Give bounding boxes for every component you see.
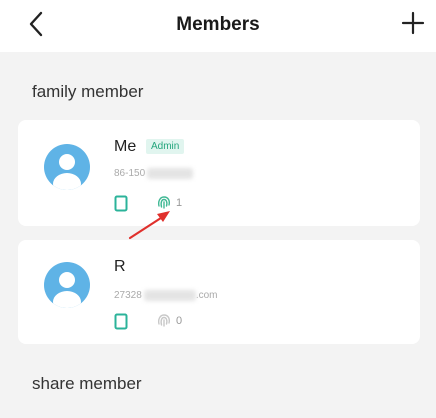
redacted-contact [147,168,194,179]
person-silhouette-icon [53,272,81,308]
member-name: R [114,258,126,275]
share-member-section-title: share member [32,374,142,393]
header-bar: Members [0,0,436,52]
avatar [44,144,90,190]
redacted-contact [143,290,196,301]
contact-prefix: 86-150 [114,168,146,180]
member-card-me[interactable]: Me Admin 86-150 1 [18,120,420,226]
member-contact: 86-150 [114,168,194,180]
contact-prefix: 27328 [114,290,142,302]
avatar [44,262,90,308]
fingerprint-count: 1 [176,197,183,209]
add-plus-icon[interactable] [400,10,426,36]
page-title: Members [176,14,260,35]
fingerprint-count: 0 [176,315,183,327]
fingerprint-icon [158,314,170,327]
contact-suffix: .com [195,290,218,302]
phone-icon [114,313,128,330]
member-name: Me [114,138,137,155]
person-silhouette-icon [53,154,81,190]
member-contact: 27328 .com [114,290,217,301]
family-member-section-title: family member [32,82,144,101]
red-arrow-annotation-icon [128,211,170,240]
member-card-r[interactable]: R 27328 .com 0 [18,240,420,344]
admin-badge: Admin [146,139,185,154]
